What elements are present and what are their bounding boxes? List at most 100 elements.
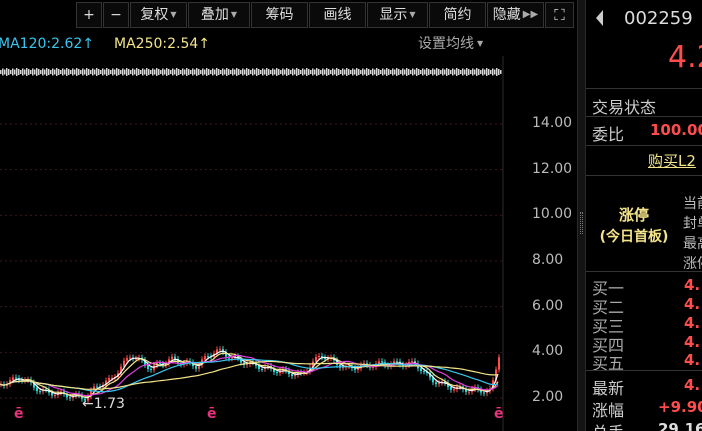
change-label: 涨幅 <box>592 401 625 420</box>
back-arrow-icon[interactable] <box>596 10 603 26</box>
volume-bar <box>464 69 466 75</box>
volume-bar <box>72 68 74 76</box>
volume-bar <box>142 68 144 76</box>
volume-bar <box>234 69 236 75</box>
volume-bar <box>460 70 462 74</box>
fullscreen-icon[interactable]: ⛶ <box>545 2 574 28</box>
double-arrow-right-icon: ▶▶ <box>522 9 539 20</box>
volume-bar <box>412 68 414 76</box>
jianyue-button[interactable]: 简约 <box>429 2 486 28</box>
candle-body <box>450 386 452 390</box>
kline-chart[interactable] <box>0 0 577 431</box>
volume-bar <box>118 69 120 75</box>
volume-bar <box>304 69 306 75</box>
volume-bar <box>230 70 232 74</box>
volume-bar <box>190 70 192 74</box>
candle-body <box>483 392 485 394</box>
volume-bar <box>28 69 30 75</box>
volume-bar <box>4 69 6 75</box>
volume-bar <box>352 68 354 76</box>
kline-chart-area[interactable]: + − 复权 ▼ 叠加 ▼ 筹码 画线 显示 ▼ 简约 隐藏 ▶▶ ⛶ MA120:2.… <box>0 0 577 431</box>
volume-bar <box>494 69 496 75</box>
buy-level-value: 4. <box>684 276 701 294</box>
volume-bar <box>342 68 344 76</box>
candle-body <box>435 382 437 385</box>
volume-bar <box>176 68 178 76</box>
volume-bar <box>156 68 158 76</box>
up-arrow-icon: ↑ <box>198 36 211 52</box>
volume-bar <box>178 69 180 75</box>
volume-bar <box>40 70 42 74</box>
volume-bar <box>144 69 146 75</box>
volume-bar <box>380 70 382 74</box>
volume-bar <box>392 68 394 76</box>
volume-bar <box>32 68 34 76</box>
volume-bar <box>384 69 386 75</box>
ma250-legend: MA250:2.54↑ <box>114 33 210 55</box>
chouma-button[interactable]: 筹码 <box>251 2 308 28</box>
volume-bar <box>88 69 90 75</box>
candle-body <box>69 397 71 399</box>
price-axis-label: 2.00 <box>532 389 564 405</box>
volume-bar <box>264 69 266 75</box>
diejia-button[interactable]: 叠加 ▼ <box>188 2 250 28</box>
xianshi-button[interactable]: 显示 ▼ <box>367 2 428 28</box>
volume-bar <box>76 68 78 76</box>
candle-body <box>150 368 152 370</box>
volume-bar <box>164 69 166 75</box>
candle-body <box>195 366 197 369</box>
volume-bar <box>324 69 326 75</box>
volume-bar <box>474 69 476 75</box>
volume-bar <box>240 70 242 74</box>
ma120-value: MA120:2.62 <box>0 36 83 52</box>
volume-bar <box>38 69 40 75</box>
volume-bar <box>434 69 436 75</box>
volume-bar <box>132 68 134 76</box>
limit-info-item: 最高 <box>683 236 702 252</box>
volume-bar <box>272 68 274 76</box>
event-marker[interactable]: ē <box>14 406 24 422</box>
candle-body <box>276 371 278 373</box>
caret-down-icon: ▼ <box>409 10 416 19</box>
volume-bar <box>310 70 312 74</box>
yincang-button[interactable]: 隐藏 ▶▶ <box>487 2 544 28</box>
zoom-out-button[interactable]: − <box>103 2 129 28</box>
volume-bar <box>102 68 104 76</box>
volume-bar <box>258 69 260 75</box>
price-axis-label: 10.00 <box>532 206 573 223</box>
volume-bar <box>48 69 50 75</box>
volume-bar <box>14 69 16 75</box>
volume-bar <box>440 70 442 74</box>
event-marker[interactable]: ē <box>207 406 217 422</box>
volume-bar <box>318 69 320 75</box>
volume-bar <box>200 70 202 74</box>
min-price-label: ←1.73 <box>82 396 125 412</box>
fuquan-button[interactable]: 复权 ▼ <box>130 2 187 28</box>
volume-bar <box>214 69 216 75</box>
ma250-value: MA250:2.54 <box>114 36 199 52</box>
volume-bar <box>166 68 168 76</box>
panel-splitter[interactable] <box>577 0 586 431</box>
volume-bar <box>358 69 360 75</box>
volume-bar <box>174 69 176 75</box>
volume-bar <box>154 69 156 75</box>
volume-bar <box>228 69 230 75</box>
ma250-line <box>0 360 499 390</box>
price-axis-label: 12.00 <box>532 160 573 177</box>
zoom-in-button[interactable]: + <box>76 2 102 28</box>
volume-bar <box>348 69 350 75</box>
volume-bar <box>260 70 262 74</box>
volume-bar <box>326 68 328 76</box>
volume-bar <box>222 68 224 76</box>
volume-value: 29.16 <box>658 420 702 431</box>
up-arrow-icon: ↑ <box>82 36 95 52</box>
buy-l2-link[interactable]: 购买L2 <box>648 150 696 171</box>
volume-bar <box>332 68 334 76</box>
event-marker[interactable]: ē <box>494 406 504 422</box>
volume-bar <box>344 69 346 75</box>
huaxian-button[interactable]: 画线 <box>309 2 366 28</box>
volume-bar <box>130 70 132 74</box>
ma120-legend: MA120:2.62↑ <box>0 33 94 55</box>
ma-settings-button[interactable]: 设置均线 ▼ <box>418 33 483 55</box>
volume-bar <box>194 69 196 75</box>
